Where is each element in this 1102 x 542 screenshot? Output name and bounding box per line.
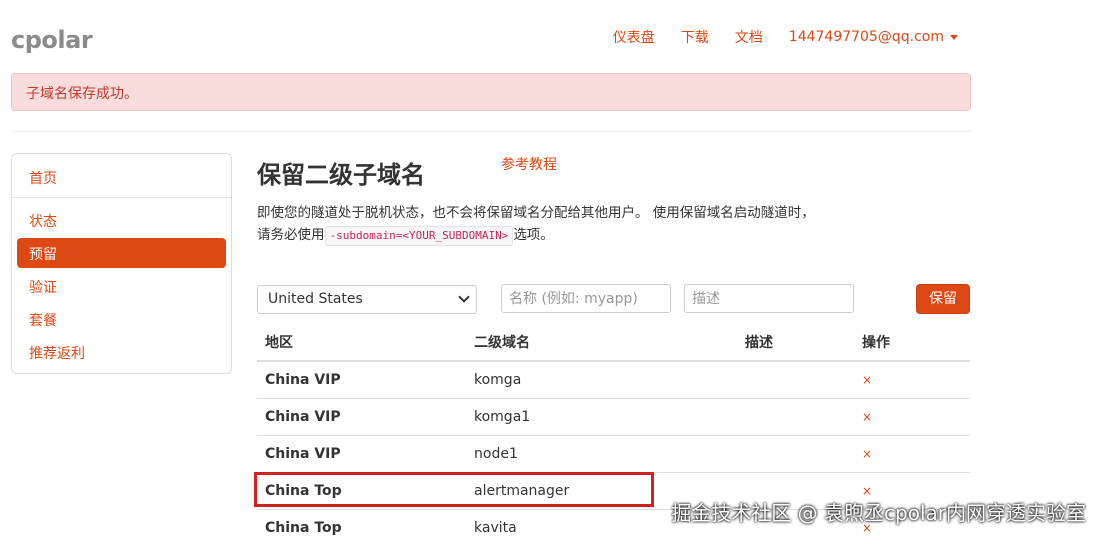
sidebar-item-home[interactable]: 首页 — [17, 162, 226, 192]
reserve-button[interactable]: 保留 — [916, 284, 970, 314]
subdomain-name-input[interactable] — [501, 284, 671, 313]
cell-subdomain: node1 — [466, 434, 737, 472]
header-region: 地区 — [257, 324, 466, 362]
table-row: China VIP komga × — [257, 360, 970, 398]
cell-description — [737, 360, 854, 398]
cell-region: China VIP — [257, 397, 466, 435]
sidebar-divider — [12, 197, 231, 198]
header-description: 描述 — [737, 324, 854, 362]
nav-docs-link[interactable]: 文档 — [735, 27, 763, 47]
description-input[interactable] — [684, 284, 854, 313]
header-subdomain: 二级域名 — [466, 324, 737, 362]
delete-icon[interactable]: × — [854, 397, 970, 435]
cell-description — [737, 397, 854, 435]
highlight-box — [254, 472, 654, 507]
sidebar: 首页 状态 预留 验证 套餐 推荐返利 — [11, 153, 232, 374]
cell-region: China VIP — [257, 434, 466, 472]
watermark: 掘金技术社区 @ 袁煦丞cpolar内网穿透实验室 — [671, 501, 1086, 525]
table-row: China VIP node1 × — [257, 434, 970, 472]
caret-down-icon — [950, 34, 958, 40]
cell-description — [737, 434, 854, 472]
table-row: China VIP komga1 × — [257, 397, 970, 435]
cpolar-logo[interactable]: cpolar — [11, 26, 93, 54]
sidebar-item-verify[interactable]: 验证 — [17, 271, 226, 301]
cell-region: China VIP — [257, 360, 466, 398]
nav-dashboard-link[interactable]: 仪表盘 — [613, 27, 655, 47]
sidebar-item-reserve[interactable]: 预留 — [17, 238, 226, 268]
header-action: 操作 — [854, 324, 970, 362]
account-dropdown[interactable]: 1447497705@qq.com — [789, 27, 958, 47]
alert-message: 子域名保存成功。 — [26, 86, 138, 102]
table-header-row: 地区 二级域名 描述 操作 — [257, 324, 970, 362]
region-select[interactable]: United States — [257, 285, 477, 314]
subdomain-code: -subdomain=<YOUR_SUBDOMAIN> — [324, 226, 514, 246]
cell-region: China Top — [257, 508, 466, 542]
sidebar-item-referral[interactable]: 推荐返利 — [17, 337, 226, 367]
sidebar-item-plan[interactable]: 套餐 — [17, 304, 226, 334]
page-description: 即使您的隧道处于脱机状态，也不会将保留域名分配给其他用户。 使用保留域名启动隧道… — [257, 202, 817, 246]
cell-subdomain: komga — [466, 360, 737, 398]
nav-download-link[interactable]: 下载 — [681, 27, 709, 47]
divider — [11, 131, 971, 132]
page-title: 保留二级子域名 — [257, 161, 425, 189]
sidebar-item-status[interactable]: 状态 — [17, 205, 226, 235]
delete-icon[interactable]: × — [854, 434, 970, 472]
success-alert: 子域名保存成功。 — [11, 73, 971, 111]
cell-subdomain: komga1 — [466, 397, 737, 435]
chevron-down-icon — [458, 291, 470, 303]
account-email: 1447497705@qq.com — [788, 29, 944, 45]
region-select-value: United States — [268, 291, 363, 307]
delete-icon[interactable]: × — [854, 360, 970, 398]
description-text-end: 选项。 — [513, 227, 554, 243]
tutorial-link[interactable]: 参考教程 — [501, 154, 557, 174]
top-nav: 仪表盘 下载 文档 1447497705@qq.com — [587, 27, 958, 47]
